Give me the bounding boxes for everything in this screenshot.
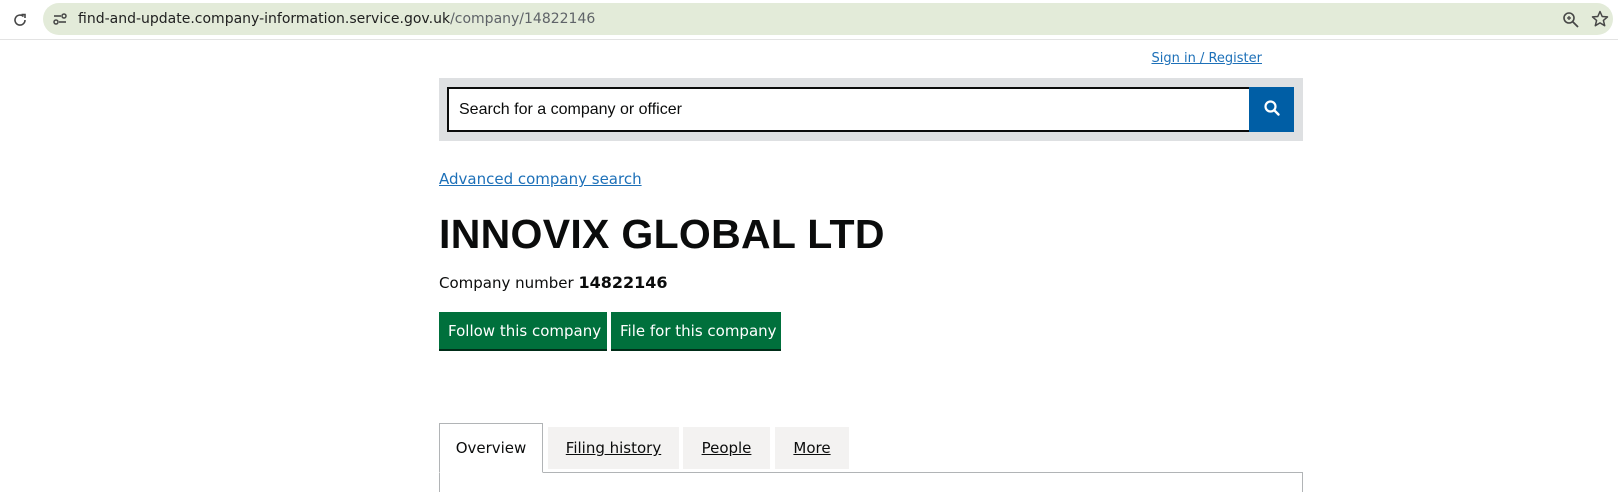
star-icon[interactable]	[1591, 10, 1609, 28]
search-icon	[1263, 99, 1281, 120]
tab-label: Filing history	[565, 439, 662, 457]
tab-overview[interactable]: Overview	[439, 423, 543, 473]
browser-toolbar: find-and-update.company-information.serv…	[0, 0, 1618, 40]
tab-filing-history[interactable]: Filing history	[548, 427, 679, 469]
tab-label: People	[701, 439, 752, 457]
url-text[interactable]: find-and-update.company-information.serv…	[78, 10, 595, 28]
address-bar[interactable]: find-and-update.company-information.serv…	[43, 3, 1613, 35]
file-for-company-button[interactable]: File for this company	[611, 312, 781, 349]
company-number-label: Company number	[439, 274, 574, 292]
url-path: /company/14822146	[450, 11, 596, 27]
site-info-icon[interactable]	[52, 11, 68, 27]
search-bar	[439, 78, 1303, 141]
tab-label: More	[793, 439, 831, 457]
follow-company-button[interactable]: Follow this company	[439, 312, 607, 349]
search-button[interactable]	[1249, 87, 1294, 132]
tab-panel	[439, 472, 1303, 492]
advanced-company-search-link[interactable]: Advanced company search	[439, 170, 642, 188]
url-host: find-and-update.company-information.serv…	[78, 11, 451, 27]
company-number: Company number 14822146	[439, 273, 668, 293]
tab-more[interactable]: More	[775, 427, 849, 469]
tab-people[interactable]: People	[683, 427, 770, 469]
company-number-value: 14822146	[578, 273, 668, 292]
zoom-icon[interactable]	[1562, 11, 1580, 29]
reload-icon[interactable]	[8, 8, 32, 32]
sign-in-register-link[interactable]: Sign in / Register	[1151, 51, 1262, 66]
search-input[interactable]	[447, 87, 1249, 132]
company-name: INNOVIX GLOBAL LTD	[439, 211, 885, 257]
tab-label: Overview	[455, 439, 527, 457]
